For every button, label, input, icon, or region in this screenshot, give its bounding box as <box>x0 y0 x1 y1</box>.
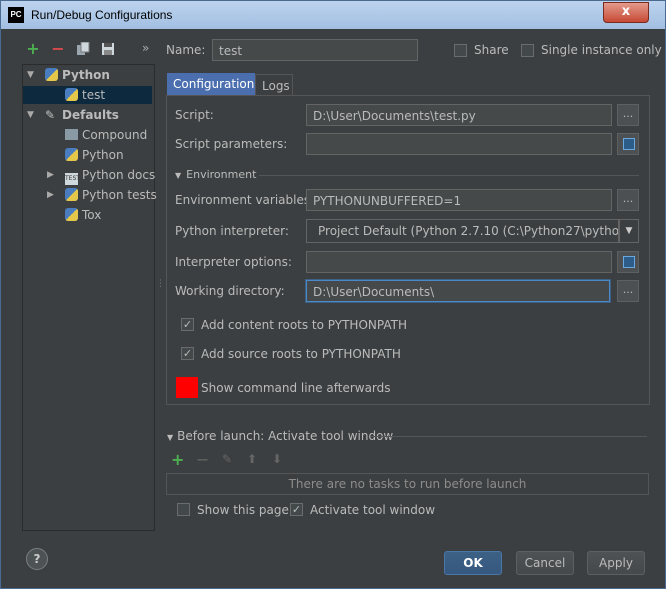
test-icon: TEST <box>65 173 80 185</box>
show-command-line-label: Show command line afterwards <box>201 381 391 395</box>
expand-options-icon[interactable] <box>617 251 639 273</box>
expanded-arrow-icon: ▼ <box>167 433 174 442</box>
edit-task-icon[interactable]: ✎ <box>222 452 232 466</box>
tasks-list-empty-message: There are no tasks to run before launch <box>166 473 649 495</box>
pycharm-app-icon: PC <box>8 7 24 23</box>
python-icon <box>65 88 78 101</box>
environment-section-header[interactable]: ▼ Environment <box>175 168 256 181</box>
add-task-icon[interactable]: + <box>171 450 184 469</box>
activate-tool-window-label: Activate tool window <box>310 503 436 517</box>
environment-variables-label: Environment variables: <box>175 193 315 207</box>
tab-logs[interactable]: Logs <box>255 74 293 96</box>
expanded-arrow-icon[interactable]: ▼ <box>27 106 34 124</box>
configuration-tree[interactable]: ▼ Python test ▼ ✎ Defaults Compound Pytho… <box>22 64 157 531</box>
interpreter-options-label: Interpreter options: <box>175 255 292 269</box>
add-content-roots-checkbox[interactable]: ✓ <box>181 318 194 331</box>
share-checkbox[interactable] <box>454 44 467 57</box>
collapsed-arrow-icon[interactable]: ▶ <box>47 166 54 184</box>
expanded-arrow-icon: ▼ <box>175 171 182 180</box>
tree-item-tox[interactable]: Tox <box>23 206 152 224</box>
title-bar: PC Run/Debug Configurations <box>1 1 665 29</box>
name-label: Name: <box>166 43 206 57</box>
script-label: Script: <box>175 108 214 122</box>
add-content-roots-label: Add content roots to PYTHONPATH <box>201 318 407 332</box>
splitter-handle[interactable]: ⋮ <box>156 279 165 289</box>
show-this-page-label: Show this page <box>197 503 289 517</box>
python-icon <box>65 208 78 221</box>
python-icon <box>45 68 58 81</box>
tab-configuration[interactable]: Configuration <box>167 73 255 95</box>
window-title: Run/Debug Configurations <box>31 8 173 22</box>
tree-item-defaults[interactable]: ▼ ✎ Defaults <box>23 106 152 124</box>
window-close-button[interactable]: x <box>603 2 649 23</box>
add-source-roots-checkbox[interactable]: ✓ <box>181 347 194 360</box>
tree-item-python-default[interactable]: Python <box>23 146 152 164</box>
tree-item-python-docs[interactable]: ▶ TEST Python docs <box>23 166 155 185</box>
remove-task-icon[interactable]: − <box>196 450 209 469</box>
python-interpreter-select[interactable]: Project Default (Python 2.7.10 (C:\Pytho… <box>306 219 619 243</box>
show-this-page-checkbox[interactable] <box>177 503 190 516</box>
copy-configuration-icon[interactable] <box>76 41 90 56</box>
edit-environment-button[interactable]: ... <box>617 189 639 211</box>
apply-button[interactable]: Apply <box>587 551 645 575</box>
single-instance-checkbox[interactable] <box>521 44 534 57</box>
interpreter-options-input[interactable] <box>306 251 612 273</box>
chevron-down-icon[interactable]: ▼ <box>619 219 639 243</box>
tree-item-test[interactable]: test <box>23 86 152 104</box>
python-icon <box>65 148 78 161</box>
working-directory-label: Working directory: <box>175 284 285 298</box>
help-icon[interactable]: ? <box>26 548 48 570</box>
tree-item-python-tests[interactable]: ▶ Python tests <box>23 186 157 204</box>
python-icon <box>65 188 78 201</box>
move-up-icon[interactable]: ⬆ <box>247 452 257 466</box>
save-configuration-icon[interactable] <box>101 42 115 56</box>
script-input[interactable]: D:\User\Documents\test.py <box>306 104 612 126</box>
ok-button[interactable]: OK <box>444 551 502 575</box>
show-command-line-checkbox[interactable] <box>176 377 198 398</box>
expanded-arrow-icon[interactable]: ▼ <box>27 66 34 84</box>
share-label: Share <box>474 43 509 57</box>
activate-tool-window-checkbox[interactable]: ✓ <box>290 503 303 516</box>
script-parameters-input[interactable] <box>306 133 612 155</box>
working-directory-input[interactable]: D:\User\Documents\ <box>306 280 610 302</box>
more-actions-icon[interactable]: » <box>142 41 149 55</box>
run-debug-dialog: PC Run/Debug Configurations x + − » ▼ Py… <box>0 0 666 589</box>
before-launch-header[interactable]: ▼ Before launch: Activate tool window <box>167 429 393 443</box>
tree-item-python[interactable]: ▼ Python <box>23 66 152 84</box>
cancel-button[interactable]: Cancel <box>516 551 574 575</box>
environment-divider <box>259 175 639 176</box>
add-configuration-icon[interactable]: + <box>25 41 41 57</box>
folder-icon <box>65 129 78 140</box>
before-launch-divider <box>371 436 647 437</box>
environment-variables-input[interactable]: PYTHONUNBUFFERED=1 <box>306 189 612 211</box>
name-input[interactable]: test <box>212 39 418 61</box>
single-instance-label: Single instance only <box>541 43 662 57</box>
python-interpreter-label: Python interpreter: <box>175 224 289 238</box>
script-parameters-label: Script parameters: <box>175 137 288 151</box>
collapsed-arrow-icon[interactable]: ▶ <box>47 186 54 204</box>
move-down-icon[interactable]: ⬇ <box>272 452 282 466</box>
expand-parameters-icon[interactable] <box>617 133 639 155</box>
remove-configuration-icon[interactable]: − <box>50 41 66 57</box>
add-source-roots-label: Add source roots to PYTHONPATH <box>201 347 401 361</box>
browse-directory-button[interactable]: ... <box>617 280 639 302</box>
tree-item-compound[interactable]: Compound <box>23 126 152 144</box>
browse-script-button[interactable]: ... <box>617 104 639 126</box>
wrench-icon: ✎ <box>45 108 56 122</box>
